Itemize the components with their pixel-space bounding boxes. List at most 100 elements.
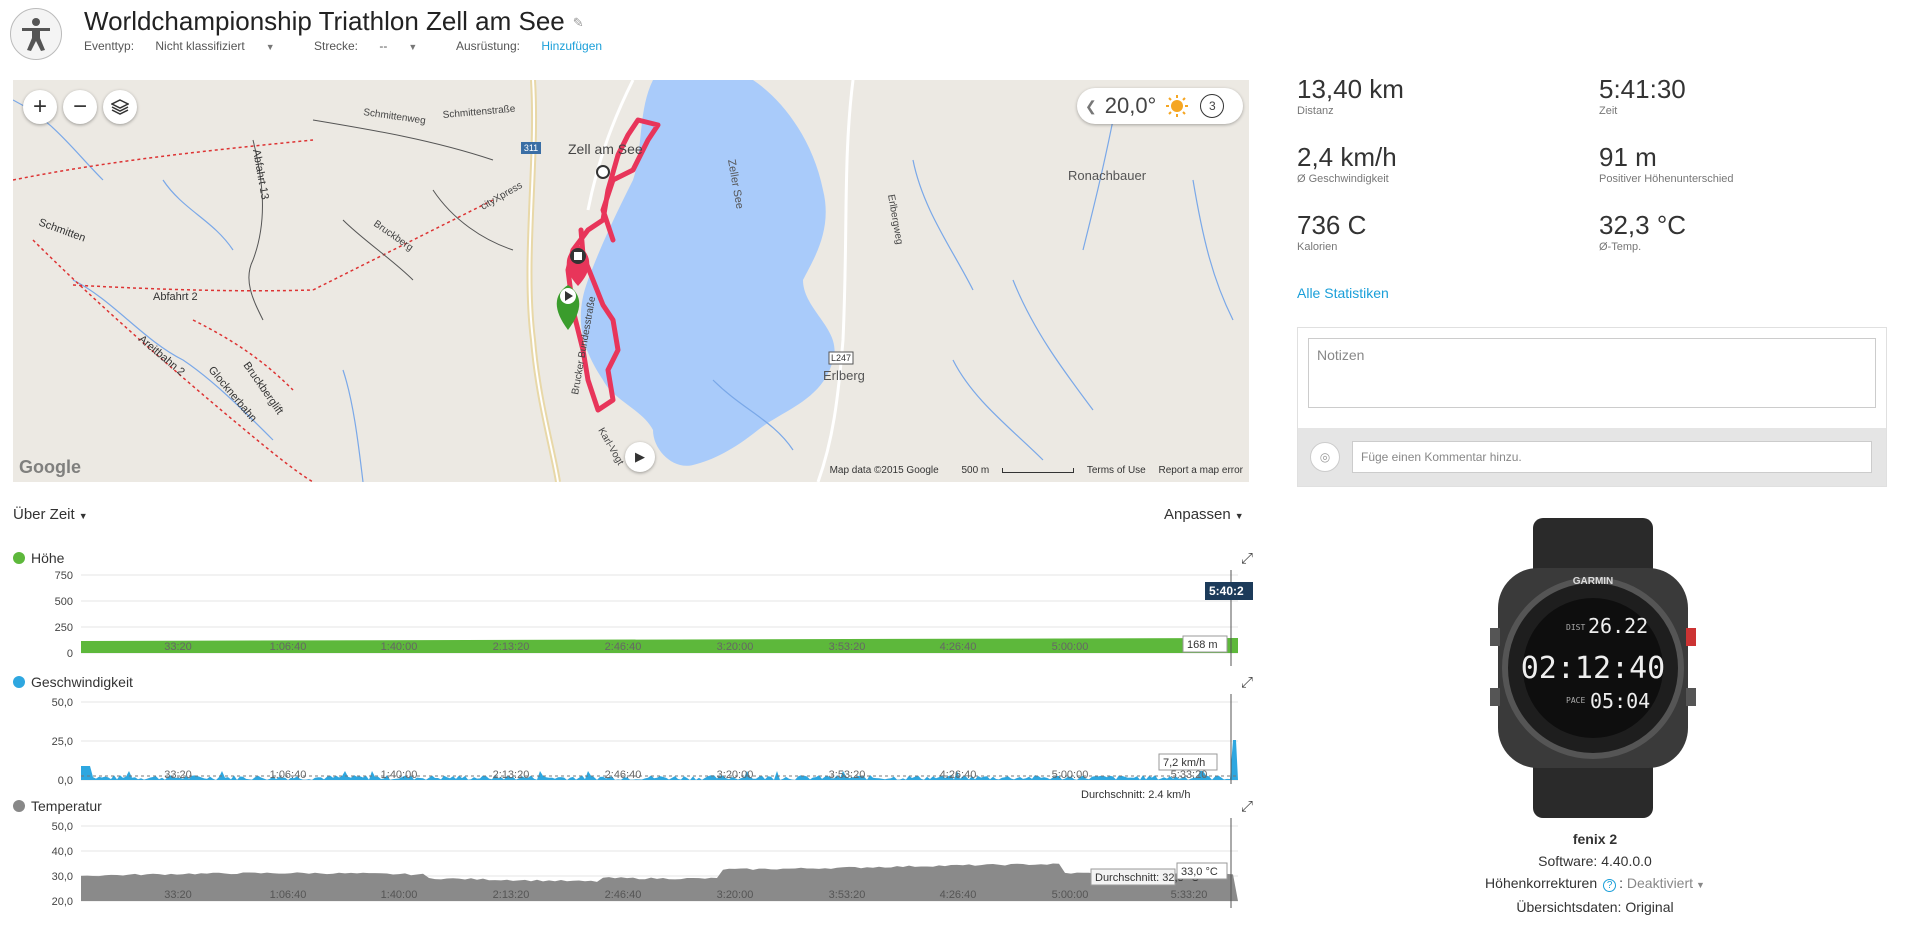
svg-text:1:06:40: 1:06:40 [270, 889, 307, 901]
svg-text:02:12:40: 02:12:40 [1521, 651, 1666, 686]
svg-text:4:26:40: 4:26:40 [940, 641, 977, 653]
stat-time: 5:41:30 Zeit [1599, 74, 1686, 117]
speed-chart[interactable]: Geschwindigkeit ⤢ 50,0 25,0 0,0 33:20 1:… [13, 674, 1253, 801]
svg-text:Erlbergweg: Erlbergweg [885, 194, 905, 246]
weather-widget[interactable]: ❮ 20,0° 3 [1077, 88, 1243, 124]
svg-text:Schmittenstraße: Schmittenstraße [442, 104, 516, 121]
edit-pencil-icon[interactable]: ✎ [573, 15, 584, 30]
customize-charts-button[interactable]: Anpassen ▼ [1164, 506, 1244, 523]
svg-text:2:13:20: 2:13:20 [493, 641, 530, 653]
svg-text:1:40:00: 1:40:00 [381, 889, 418, 901]
notes-textarea[interactable]: Notizen [1308, 338, 1876, 408]
terms-of-use-link[interactable]: Terms of Use [1087, 465, 1146, 476]
caret-down-icon: ▼ [1696, 880, 1705, 890]
expand-icon[interactable]: ⤢ [1241, 674, 1253, 691]
google-logo: Google [19, 457, 81, 477]
report-map-error-link[interactable]: Report a map error [1159, 465, 1243, 476]
svg-text:DIST: DIST [1566, 623, 1585, 632]
svg-text:33,0 °C: 33,0 °C [1181, 866, 1218, 878]
svg-text:5:33:20: 5:33:20 [1171, 769, 1208, 781]
garmin-watch-icon: GARMIN DIST 26.22 02:12:40 PACE 05:04 [1490, 518, 1696, 818]
elevation-chart[interactable]: Höhe ⤢ 750 500 250 0 33:20 1:06:40 1:40:… [13, 550, 1253, 666]
svg-text:25,0: 25,0 [52, 736, 73, 748]
weather-timer-badge: 3 [1200, 94, 1225, 118]
elevation-plot: 750 500 250 0 33:20 1:06:40 1:40:00 2:13… [55, 570, 1253, 666]
svg-text:3:53:20: 3:53:20 [829, 769, 866, 781]
chevron-left-icon[interactable]: ❮ [1085, 98, 1097, 115]
svg-text:168 m: 168 m [1187, 639, 1218, 651]
device-name: fenix 2 [1572, 831, 1618, 847]
svg-text:05:04: 05:04 [1590, 689, 1650, 713]
expand-icon[interactable]: ⤢ [1241, 798, 1253, 815]
svg-text:1:06:40: 1:06:40 [270, 769, 307, 781]
svg-text:750: 750 [55, 570, 73, 582]
caret-down-icon: ▼ [265, 42, 275, 52]
activity-type-icon [10, 8, 62, 60]
course-selector[interactable]: Strecke: -- ▼ [314, 39, 435, 53]
expand-icon[interactable]: ⤢ [1241, 550, 1253, 567]
activity-header: Worldchampionship Triathlon Zell am See ✎… [10, 4, 910, 60]
add-gear-link[interactable]: Hinzufügen [541, 39, 602, 53]
device-summary-data: Übersichtsdaten: Original [1516, 899, 1674, 915]
comment-input[interactable]: Füge einen Kommentar hinzu. [1352, 441, 1872, 473]
stat-elevation-gain: 91 m Positiver Höhenunterschied [1599, 142, 1734, 185]
activity-meta: Eventtyp: Nicht klassifiziert ▼ Strecke: … [84, 39, 638, 53]
svg-text:Bruckberg: Bruckberg [371, 218, 415, 253]
map-label-zell-am-see: Zell am See [568, 141, 643, 157]
event-type-selector[interactable]: Eventtyp: Nicht klassifiziert ▼ [84, 39, 293, 53]
map-data-credit: Map data ©2015 Google [829, 465, 939, 476]
lap-marker-icon[interactable] [596, 165, 610, 179]
svg-text:3:53:20: 3:53:20 [829, 889, 866, 901]
layers-button[interactable] [103, 90, 137, 124]
layers-icon [111, 99, 129, 115]
play-route-button[interactable]: ▶ [625, 442, 655, 472]
svg-text:3:20:00: 3:20:00 [717, 641, 754, 653]
help-icon[interactable]: ? [1603, 879, 1617, 892]
svg-text:33:20: 33:20 [164, 889, 192, 901]
svg-text:3:20:00: 3:20:00 [717, 889, 754, 901]
temperature-chart[interactable]: Temperatur ⤢ 50,0 40,0 30,0 20,0 33:20 1… [13, 798, 1253, 916]
svg-text:Schmittenweg: Schmittenweg [363, 107, 427, 127]
svg-text:PACE: PACE [1566, 696, 1585, 705]
time-axis-selector[interactable]: Über Zeit ▼ [13, 506, 88, 523]
svg-text:40,0: 40,0 [52, 846, 73, 858]
gear-field: Ausrüstung: Hinzufügen [455, 39, 603, 53]
svg-text:33:20: 33:20 [164, 641, 192, 653]
svg-text:Erlberg: Erlberg [823, 368, 865, 383]
route-map[interactable]: Zell am See Zeller See Ronachbauer Erlbe… [13, 80, 1249, 482]
speed-plot: 50,0 25,0 0,0 33:20 1:06:40 1:40:00 2:13… [52, 694, 1238, 801]
svg-text:0,0: 0,0 [58, 775, 73, 787]
speed-legend-dot [13, 676, 25, 688]
svg-text:5:40:2: 5:40:2 [1209, 584, 1244, 598]
svg-text:26.22: 26.22 [1588, 614, 1648, 638]
svg-text:2:46:40: 2:46:40 [605, 769, 642, 781]
svg-text:Karl-Vogt: Karl-Vogt [595, 426, 625, 467]
svg-text:1:40:00: 1:40:00 [381, 641, 418, 653]
svg-text:1:06:40: 1:06:40 [270, 641, 307, 653]
temperature-chart-title: Temperatur [13, 798, 102, 814]
device-info: fenix 2 Software: 4.40.0.0 Höhenkorrektu… [1440, 828, 1750, 918]
play-icon: ▶ [635, 449, 645, 464]
stat-avg-temp: 32,3 °C Ø-Temp. [1599, 210, 1687, 253]
svg-text:3:53:20: 3:53:20 [829, 641, 866, 653]
elevation-chart-title: Höhe [13, 550, 64, 566]
temperature-legend-dot [13, 800, 25, 812]
altitude-correction-selector[interactable]: Deaktiviert ▼ [1627, 875, 1705, 891]
svg-text:Ronachbauer: Ronachbauer [1068, 168, 1147, 183]
svg-text:7,2 km/h: 7,2 km/h [1163, 757, 1205, 769]
svg-text:2:13:20: 2:13:20 [493, 769, 530, 781]
svg-text:5:33:20: 5:33:20 [1171, 889, 1208, 901]
stat-distance: 13,40 km Distanz [1297, 74, 1404, 117]
all-stats-link[interactable]: Alle Statistiken [1297, 285, 1389, 301]
caret-down-icon: ▼ [408, 42, 418, 52]
elevation-legend-dot [13, 552, 25, 564]
device-software: Software: 4.40.0.0 [1538, 853, 1652, 869]
map-canvas: Zell am See Zeller See Ronachbauer Erlbe… [13, 80, 1234, 482]
svg-text:500: 500 [55, 596, 73, 608]
zoom-out-button[interactable]: − [63, 90, 97, 124]
svg-text:4:26:40: 4:26:40 [940, 889, 977, 901]
caret-down-icon: ▼ [1234, 511, 1244, 521]
zoom-in-button[interactable]: + [23, 90, 57, 124]
caret-down-icon: ▼ [78, 511, 88, 521]
svg-text:0: 0 [67, 648, 73, 660]
